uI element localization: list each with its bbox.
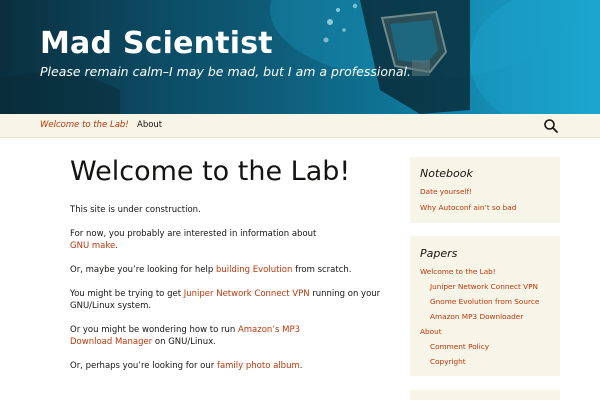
paragraph-juniper: You might be trying to get Juniper Netwo…	[70, 288, 380, 312]
paragraph-text: Or, perhaps you’re looking for our	[70, 361, 217, 371]
widget-title: Papers	[420, 247, 458, 260]
paragraph-construction: This site is under construction.	[70, 204, 201, 216]
site-title[interactable]: Mad Scientist	[40, 26, 273, 61]
paragraph-photos: Or, perhaps you’re looking for our famil…	[70, 360, 302, 372]
family-photo-link[interactable]: family photo album	[217, 361, 300, 371]
paragraph-text: Or, maybe you’re looking for help	[70, 265, 216, 275]
download-manager-link[interactable]: Download Manager	[70, 337, 152, 347]
search-icon[interactable]	[543, 118, 559, 134]
notebook-widget: Notebook Date yourself! Why Autoconf ain…	[410, 157, 560, 223]
sidebar-link-gnome-evolution[interactable]: Gnome Evolution from Source	[430, 297, 539, 306]
paragraph-text: .	[299, 361, 303, 371]
page-title: Welcome to the Lab!	[70, 156, 351, 187]
paragraph-text: Or you might be wondering how to run	[70, 325, 238, 335]
sidebar-link-date-yourself[interactable]: Date yourself!	[420, 187, 472, 196]
sidebar-link-juniper[interactable]: Juniper Network Connect VPN	[430, 282, 538, 291]
sidebar-link-autoconf[interactable]: Why Autoconf ain’t so bad	[420, 203, 516, 212]
building-evolution-link[interactable]: building Evolution	[216, 265, 292, 275]
amazon-mp3-link[interactable]: Amazon’s MP3	[238, 325, 300, 335]
paragraph-text: For now, you probably are interested in …	[70, 229, 317, 239]
site-header: Mad Scientist Please remain calm–I may b…	[0, 0, 600, 114]
paragraph-gnu-make: For now, you probably are interested in …	[70, 228, 316, 252]
widget-title: Notebook	[420, 167, 473, 180]
juniper-vpn-link[interactable]: Juniper Network Connect VPN	[184, 289, 310, 299]
third-widget	[410, 390, 560, 400]
sidebar-link-comment-policy[interactable]: Comment Policy	[430, 342, 489, 351]
sidebar-link-copyright[interactable]: Copyright	[430, 357, 466, 366]
sidebar-link-welcome[interactable]: Welcome to the Lab!	[420, 267, 496, 276]
gnu-make-link[interactable]: GNU make	[70, 241, 115, 251]
paragraph-text: running on your	[309, 289, 381, 299]
nav-item-welcome[interactable]: Welcome to the Lab!	[40, 120, 129, 130]
paragraph-text: .	[115, 241, 118, 251]
sidebar-link-about[interactable]: About	[420, 327, 442, 336]
paragraph-text: from scratch.	[292, 265, 352, 275]
paragraph-text: on GNU/Linux.	[152, 337, 216, 347]
paragraph-amazon: Or you might be wondering how to run Ama…	[70, 324, 300, 348]
paragraph-evolution: Or, maybe you’re looking for help buildi…	[70, 264, 351, 276]
paragraph-text: This site is under construction.	[70, 205, 201, 215]
site-tagline: Please remain calm–I may be mad, but I a…	[40, 64, 412, 79]
paragraph-text: GNU/Linux system.	[70, 301, 152, 311]
sidebar-link-amazon-mp3[interactable]: Amazon MP3 Downloader	[430, 312, 523, 321]
paragraph-text: You might be trying to get	[70, 289, 184, 299]
nav-item-about[interactable]: About	[137, 120, 162, 130]
main-navigation: Welcome to the Lab! About	[0, 114, 600, 138]
papers-widget: Papers Welcome to the Lab! Juniper Netwo…	[410, 236, 560, 376]
